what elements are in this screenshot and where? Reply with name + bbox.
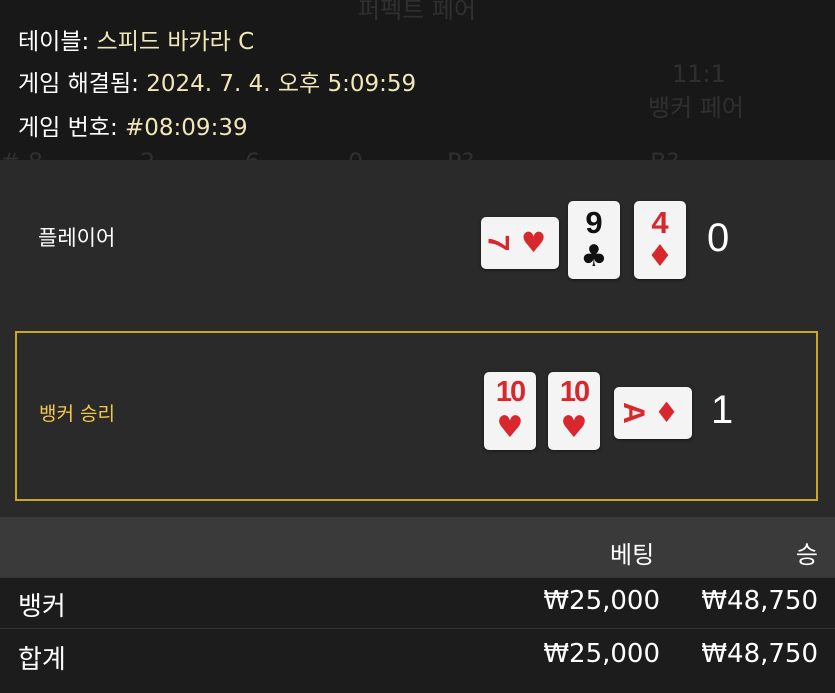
player-score: 0 — [707, 216, 730, 260]
card-rank: 9 — [585, 205, 603, 240]
card-rank: 7 — [481, 234, 515, 252]
table-row: 뱅커 ₩25,000 ₩48,750 — [0, 577, 835, 628]
game-number-value: #08:09:39 — [125, 115, 248, 141]
card-suit-icon: ♥ — [521, 226, 547, 259]
total-bet: ₩25,000 — [543, 639, 660, 669]
game-number-label: 게임 번호: — [18, 115, 118, 141]
banker-card-2: 10 ♥ — [548, 372, 600, 450]
banker-row: 뱅커 승리 10 ♥ 10 ♥ A ♦ 1 — [15, 331, 818, 501]
banker-label: 뱅커 승리 — [39, 403, 115, 425]
player-card-1: 7 ♥ — [481, 217, 559, 269]
player-label: 플레이어 — [38, 226, 116, 250]
card-suit-icon: ♦ — [654, 396, 680, 429]
card-suit-icon: ♥ — [496, 410, 524, 445]
row-bet: ₩25,000 — [543, 586, 660, 616]
game-number-line: 게임 번호: #08:09:39 — [18, 108, 248, 142]
game-info: 테이블: 스피드 바카라 C 게임 해결됨: 2024. 7. 4. 오후 5:… — [0, 0, 835, 160]
bets-table-header: 베팅 승 — [0, 517, 835, 577]
banker-card-3: A ♦ — [614, 387, 692, 439]
row-win: ₩48,750 — [701, 586, 818, 616]
player-card-3: 4 ♦ — [634, 201, 686, 279]
table-name: 스피드 바카라 C — [96, 29, 255, 55]
banker-score: 1 — [711, 388, 734, 432]
table-label: 테이블: — [18, 29, 90, 55]
table-row-total: 합계 ₩25,000 ₩48,750 — [0, 628, 835, 693]
settled-label: 게임 해결됨: — [18, 71, 139, 97]
card-rank: 4 — [651, 205, 669, 240]
row-name: 뱅커 — [18, 592, 66, 622]
card-suit-icon: ♣ — [580, 239, 608, 274]
settled-value: 2024. 7. 4. 오후 5:09:59 — [146, 71, 417, 97]
header-win: 승 — [795, 541, 818, 569]
header-bet: 베팅 — [610, 541, 655, 569]
total-win: ₩48,750 — [701, 639, 818, 669]
table-line: 테이블: 스피드 바카라 C — [18, 22, 254, 56]
total-name: 합계 — [18, 645, 66, 675]
card-rank: 10 — [559, 376, 590, 408]
settled-line: 게임 해결됨: 2024. 7. 4. 오후 5:09:59 — [18, 64, 416, 98]
result-panel: 플레이어 7 ♥ 9 ♣ 4 ♦ 0 뱅커 승리 10 ♥ 10 ♥ A ♦ 1 — [0, 160, 835, 517]
card-suit-icon: ♦ — [646, 239, 674, 274]
banker-card-1: 10 ♥ — [484, 372, 536, 450]
player-row: 플레이어 7 ♥ 9 ♣ 4 ♦ 0 — [0, 200, 835, 330]
card-rank: 10 — [495, 376, 526, 408]
player-card-2: 9 ♣ — [568, 201, 620, 279]
card-rank: A — [616, 402, 650, 424]
card-suit-icon: ♥ — [560, 410, 588, 445]
